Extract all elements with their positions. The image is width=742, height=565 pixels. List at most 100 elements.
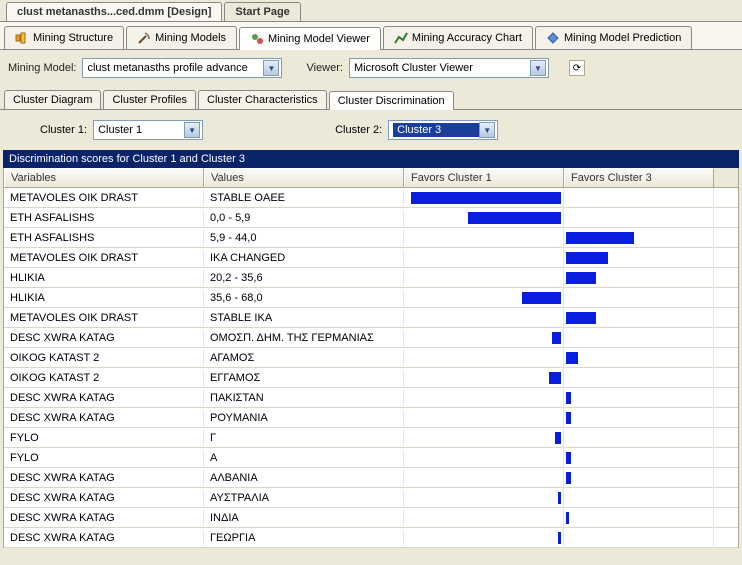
table-row[interactable]: ETH ASFALISHS5,9 - 44,0 bbox=[4, 228, 738, 248]
cell-favors2 bbox=[564, 188, 714, 208]
cell-favors2 bbox=[564, 288, 714, 308]
cell-variable: DESC XWRA KATAG bbox=[4, 510, 204, 526]
table-row[interactable]: DESC XWRA KATAGΟΜΟΣΠ. ΔΗΜ. ΤΗΣ ΓΕΡΜΑΝΙΑΣ bbox=[4, 328, 738, 348]
table-row[interactable]: ETH ASFALISHS0,0 - 5,9 bbox=[4, 208, 738, 228]
cell-favors1 bbox=[404, 208, 564, 228]
cell-favors2 bbox=[564, 388, 714, 408]
cell-favors1 bbox=[404, 228, 564, 248]
tab-cluster-characteristics[interactable]: Cluster Characteristics bbox=[198, 90, 327, 109]
cell-favors1 bbox=[404, 388, 564, 408]
cell-variable: DESC XWRA KATAG bbox=[4, 490, 204, 506]
table-row[interactable]: OIKOG KATAST 2ΕΓΓΑΜΟΣ bbox=[4, 368, 738, 388]
bar-icon bbox=[566, 232, 634, 244]
viewer-label: Viewer: bbox=[306, 62, 342, 74]
cell-favors1 bbox=[404, 508, 564, 528]
tab-mining-model-prediction[interactable]: Mining Model Prediction bbox=[535, 26, 692, 49]
cell-favors1 bbox=[404, 288, 564, 308]
cell-favors2 bbox=[564, 488, 714, 508]
table-row[interactable]: HLIKIA35,6 - 68,0 bbox=[4, 288, 738, 308]
cell-favors1 bbox=[404, 368, 564, 388]
bar-icon bbox=[411, 192, 561, 204]
cell-value: ΓΕΩΡΓΙΑ bbox=[204, 530, 404, 546]
cell-favors1 bbox=[404, 308, 564, 328]
table-row[interactable]: METAVOLES OIK DRASTSTABLE OAEE bbox=[4, 188, 738, 208]
table-row[interactable]: DESC XWRA KATAGΑΥΣΤΡΑΛΙΑ bbox=[4, 488, 738, 508]
mining-model-label: Mining Model: bbox=[8, 62, 76, 74]
table-row[interactable]: FYLOΑ bbox=[4, 448, 738, 468]
cell-favors1 bbox=[404, 408, 564, 428]
discrimination-grid: Variables Values Favors Cluster 1 Favors… bbox=[3, 168, 739, 548]
table-row[interactable]: DESC XWRA KATAGΠΑΚΙΣΤΑΝ bbox=[4, 388, 738, 408]
cell-favors2 bbox=[564, 448, 714, 468]
chevron-down-icon: ▼ bbox=[479, 122, 495, 138]
tab-cluster-profiles[interactable]: Cluster Profiles bbox=[103, 90, 196, 109]
table-row[interactable]: FYLOΓ bbox=[4, 428, 738, 448]
tab-label: Mining Model Viewer bbox=[268, 33, 370, 45]
table-row[interactable]: DESC XWRA KATAGΓΕΩΡΓΙΑ bbox=[4, 528, 738, 548]
bar-icon bbox=[566, 252, 608, 264]
cell-favors2 bbox=[564, 428, 714, 448]
table-row[interactable]: METAVOLES OIK DRASTSTABLE IKA bbox=[4, 308, 738, 328]
cell-favors1 bbox=[404, 448, 564, 468]
col-variables[interactable]: Variables bbox=[4, 168, 204, 187]
cell-favors1 bbox=[404, 268, 564, 288]
cell-favors1 bbox=[404, 468, 564, 488]
cell-value: 35,6 - 68,0 bbox=[204, 290, 404, 306]
cell-variable: HLIKIA bbox=[4, 270, 204, 286]
cell-variable: OIKOG KATAST 2 bbox=[4, 370, 204, 386]
col-favors2[interactable]: Favors Cluster 3 bbox=[564, 168, 714, 187]
tab-start-page[interactable]: Start Page bbox=[224, 2, 300, 21]
bar-icon bbox=[468, 212, 561, 224]
tab-cluster-discrimination[interactable]: Cluster Discrimination bbox=[329, 91, 454, 110]
chevron-down-icon: ▼ bbox=[530, 60, 546, 76]
cluster2-dropdown[interactable]: Cluster 3 ▼ bbox=[388, 120, 498, 140]
cell-favors2 bbox=[564, 408, 714, 428]
tab-cluster-diagram[interactable]: Cluster Diagram bbox=[4, 90, 101, 109]
table-row[interactable]: HLIKIA20,2 - 35,6 bbox=[4, 268, 738, 288]
cell-variable: ETH ASFALISHS bbox=[4, 210, 204, 226]
cell-value: ΠΑΚΙΣΤΑΝ bbox=[204, 390, 404, 406]
cell-variable: DESC XWRA KATAG bbox=[4, 390, 204, 406]
cell-value: 20,2 - 35,6 bbox=[204, 270, 404, 286]
tab-mining-models[interactable]: Mining Models bbox=[126, 26, 237, 49]
tab-mining-model-viewer[interactable]: Mining Model Viewer bbox=[239, 27, 381, 50]
cell-value: STABLE IKA bbox=[204, 310, 404, 326]
cell-value: 5,9 - 44,0 bbox=[204, 230, 404, 246]
cell-variable: DESC XWRA KATAG bbox=[4, 530, 204, 546]
cell-value: ΡΟΥΜΑΝΙΑ bbox=[204, 410, 404, 426]
table-row[interactable]: DESC XWRA KATAGΙΝΔΙΑ bbox=[4, 508, 738, 528]
bar-icon bbox=[566, 412, 571, 424]
chevron-down-icon: ▼ bbox=[263, 60, 279, 76]
grid-body: METAVOLES OIK DRASTSTABLE OAEEETH ASFALI… bbox=[4, 188, 738, 548]
cluster1-dropdown[interactable]: Cluster 1 ▼ bbox=[93, 120, 203, 140]
document-tabs: clust metanasths...ced.dmm [Design] Star… bbox=[0, 0, 742, 22]
tab-label: Mining Model Prediction bbox=[564, 32, 681, 44]
bar-icon bbox=[566, 272, 596, 284]
viewer-dropdown[interactable]: Microsoft Cluster Viewer ▼ bbox=[349, 58, 549, 78]
cell-favors1 bbox=[404, 488, 564, 508]
table-row[interactable]: DESC XWRA KATAGΡΟΥΜΑΝΙΑ bbox=[4, 408, 738, 428]
cluster2-label: Cluster 2: bbox=[335, 124, 382, 136]
refresh-icon[interactable]: ⟳ bbox=[569, 60, 585, 76]
table-row[interactable]: METAVOLES OIK DRASTIKA CHANGED bbox=[4, 248, 738, 268]
cell-value: Α bbox=[204, 450, 404, 466]
cell-favors2 bbox=[564, 468, 714, 488]
tab-mining-structure[interactable]: Mining Structure bbox=[4, 26, 124, 49]
cell-favors2 bbox=[564, 228, 714, 248]
cell-value: ΑΛΒΑΝΙΑ bbox=[204, 470, 404, 486]
cell-value: Γ bbox=[204, 430, 404, 446]
col-favors1[interactable]: Favors Cluster 1 bbox=[404, 168, 564, 187]
tab-design[interactable]: clust metanasths...ced.dmm [Design] bbox=[6, 2, 222, 21]
col-values[interactable]: Values bbox=[204, 168, 404, 187]
dropdown-text: Microsoft Cluster Viewer bbox=[354, 62, 530, 74]
table-row[interactable]: DESC XWRA KATAGΑΛΒΑΝΙΑ bbox=[4, 468, 738, 488]
cell-favors2 bbox=[564, 368, 714, 388]
bar-icon bbox=[566, 312, 596, 324]
tab-mining-accuracy-chart[interactable]: Mining Accuracy Chart bbox=[383, 26, 533, 49]
table-row[interactable]: OIKOG KATAST 2ΑΓΑΜΟΣ bbox=[4, 348, 738, 368]
cluster-select-bar: Cluster 1: Cluster 1 ▼ Cluster 2: Cluste… bbox=[0, 110, 742, 150]
tab-label: Mining Structure bbox=[33, 32, 113, 44]
mining-model-dropdown[interactable]: clust metanasths profile advance ▼ bbox=[82, 58, 282, 78]
cell-favors2 bbox=[564, 248, 714, 268]
cell-variable: METAVOLES OIK DRAST bbox=[4, 310, 204, 326]
